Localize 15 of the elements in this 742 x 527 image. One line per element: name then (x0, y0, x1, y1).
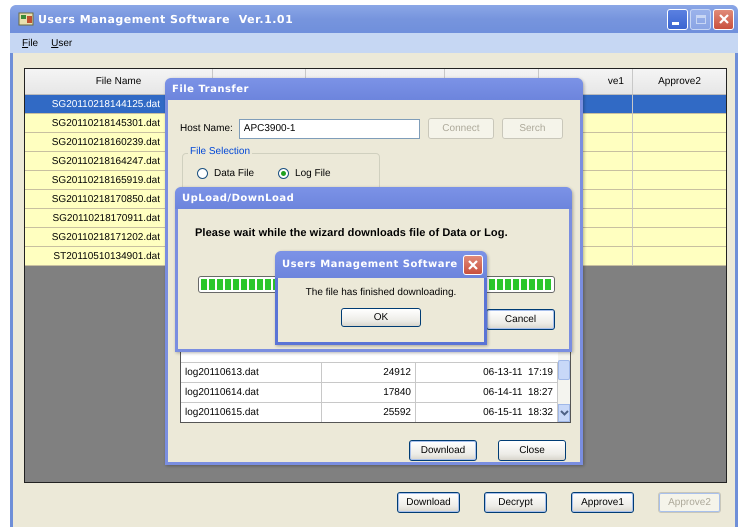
dialog-title: File Transfer (165, 78, 583, 100)
table-cell: 17840 (322, 383, 416, 402)
dialog-title: Users Management Software (282, 259, 458, 270)
column-header: Approve2 (657, 75, 702, 89)
dialog-title: UpLoad/DownLoad (175, 187, 572, 209)
group-title: File Selection (188, 146, 252, 157)
table-cell: log20110613.dat (181, 363, 322, 382)
radio-label: Log File (295, 168, 331, 179)
table-cell: 25592 (322, 403, 416, 422)
radio-label: Data File (214, 168, 254, 179)
table-cell: log20110615.dat (181, 403, 322, 422)
table-cell: log20110614.dat (181, 383, 322, 402)
message-text: The file has finished downloading. (306, 287, 456, 298)
window-title: Users Management Software Ver.1.01 (38, 12, 294, 26)
table-cell: 24912 (322, 363, 416, 382)
